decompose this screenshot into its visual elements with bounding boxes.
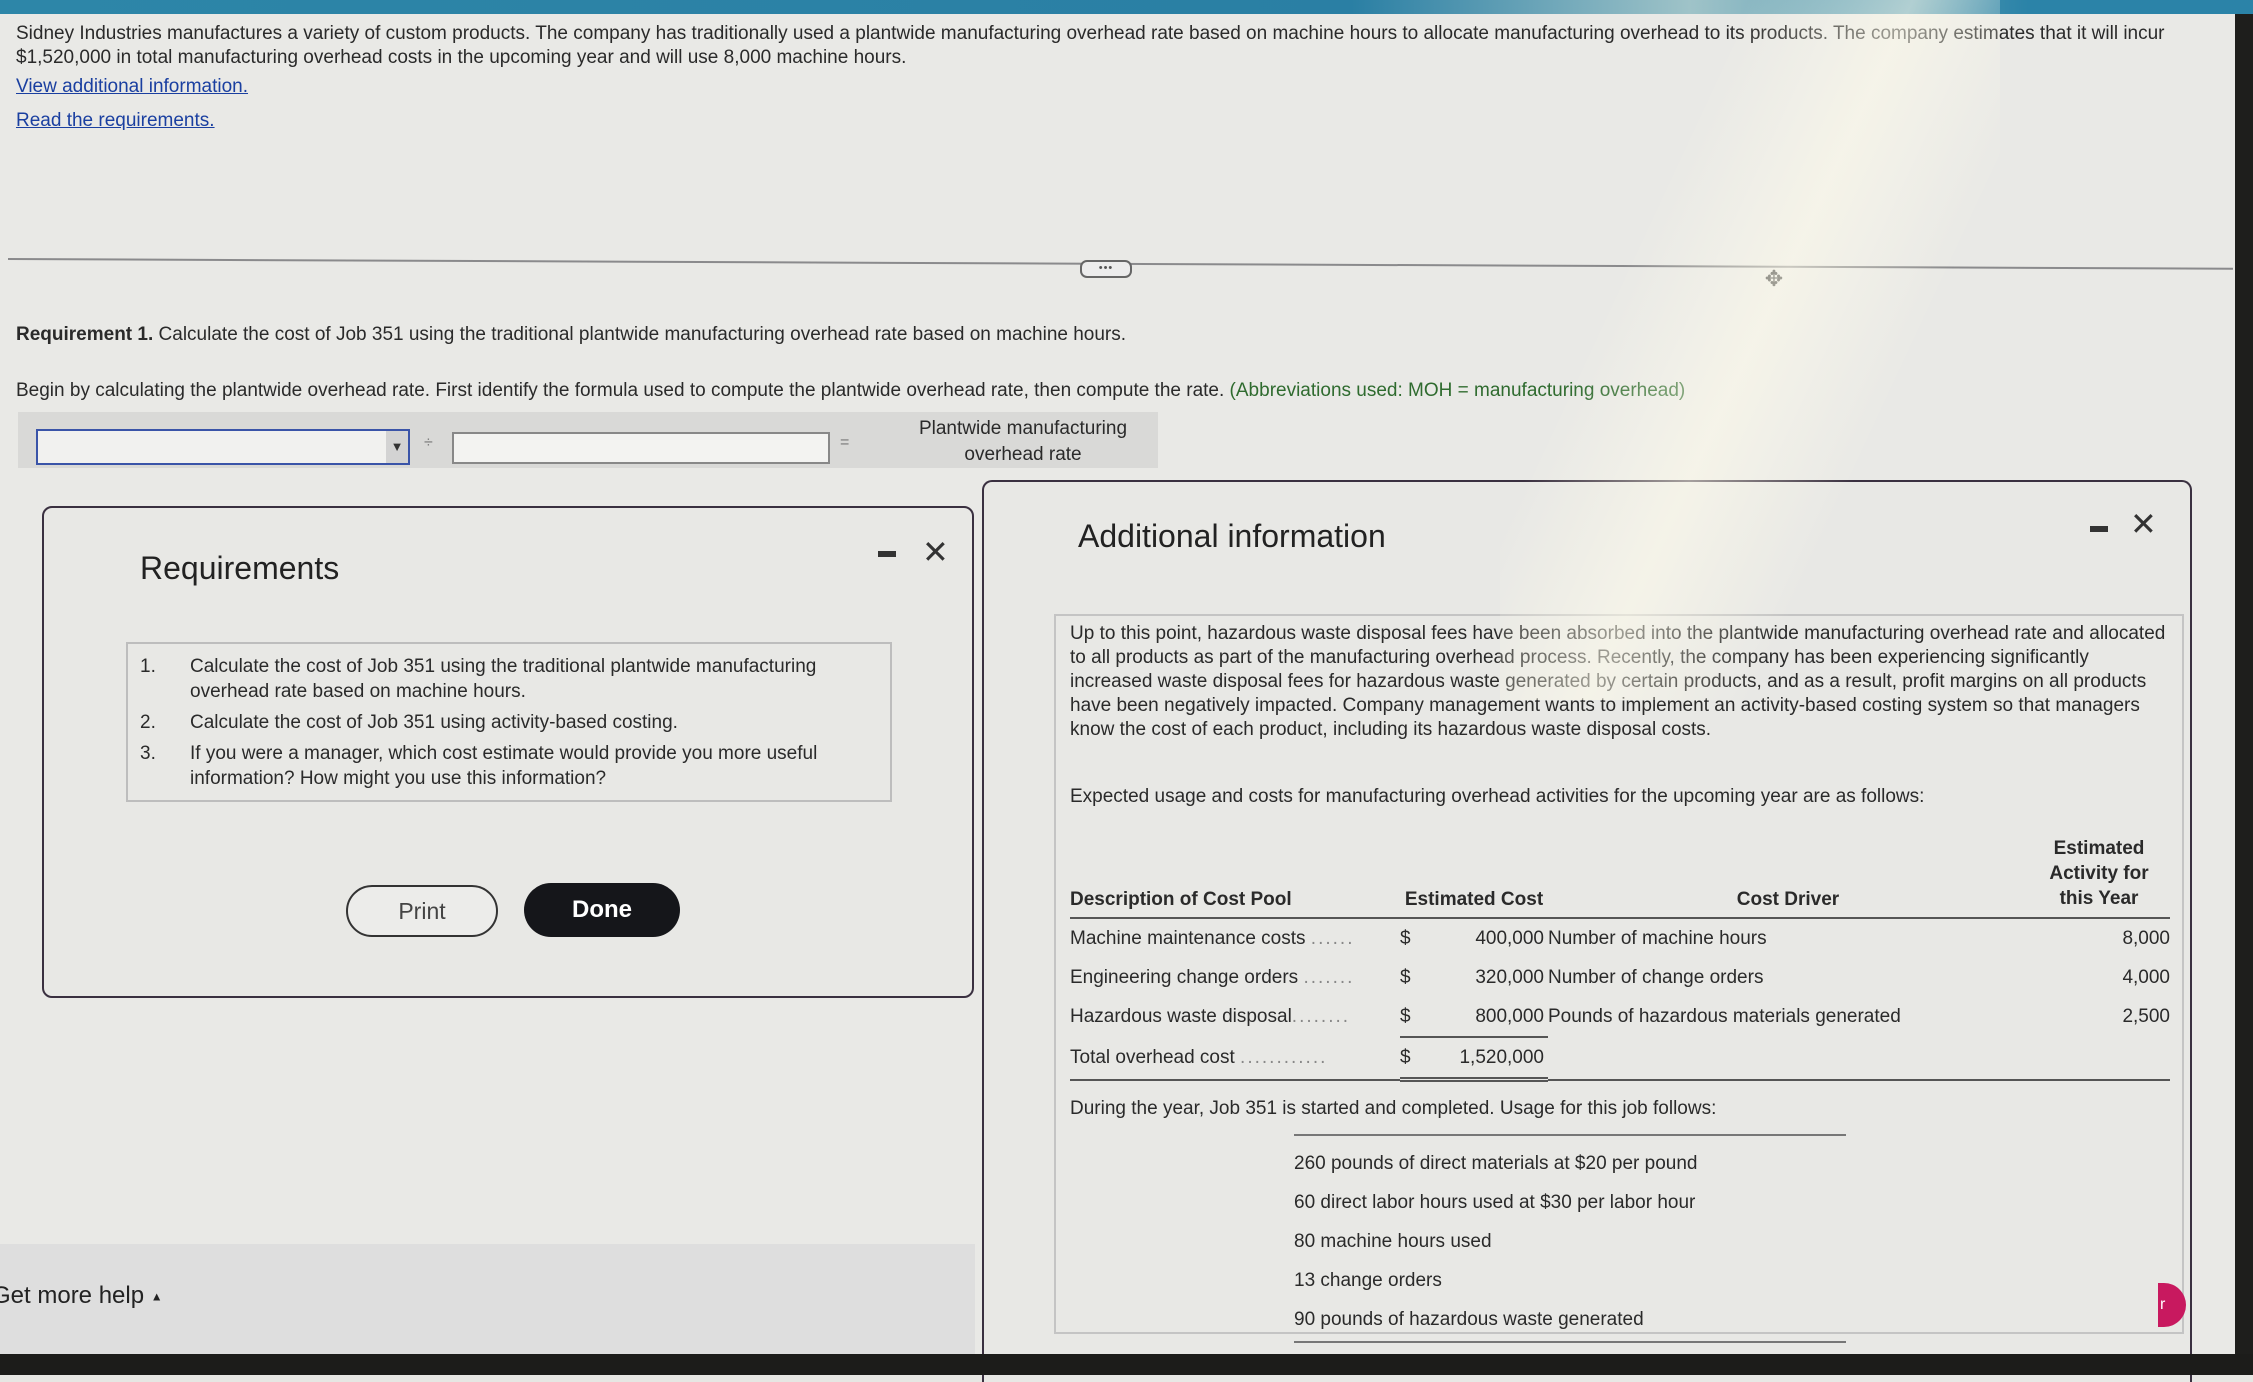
list-item: 2. Calculate the cost of Job 351 using a… (140, 710, 878, 735)
table-total-row: Total overhead cost ............ $ 1,520… (1070, 1037, 2170, 1082)
list-item: 80 machine hours used (1294, 1231, 1492, 1252)
top-bar (0, 0, 2253, 14)
chevron-down-icon[interactable]: ▼ (386, 431, 408, 463)
cell-currency: $ (1400, 1037, 1428, 1082)
item-number: 1. (140, 656, 156, 677)
requirement-1-label: Requirement 1. (16, 324, 154, 345)
pool-name: Total overhead cost (1070, 1046, 1235, 1068)
cell-pool: Hazardous waste disposal........ (1070, 997, 1400, 1037)
list-item: 60 direct labor hours used at $30 per la… (1294, 1192, 1696, 1213)
read-requirements-link[interactable]: Read the requirements. (16, 110, 215, 132)
item-text: If you were a manager, which cost estima… (190, 743, 818, 789)
cell-driver: Number of change orders (1548, 966, 1764, 988)
list-item: 90 pounds of hazardous waste generated (1294, 1309, 1644, 1330)
print-button[interactable]: Print (346, 885, 498, 937)
leader-dots: ........ (1291, 1006, 1351, 1027)
screen-bezel-bottom (0, 1354, 2253, 1375)
formula-denominator-input[interactable] (452, 432, 830, 464)
expected-usage-text: Expected usage and costs for manufacturi… (1070, 786, 1925, 807)
requirements-title: Requirements (140, 550, 340, 586)
cell-currency: $ (1400, 997, 1428, 1038)
close-icon[interactable]: ✕ (2130, 508, 2157, 540)
cell-cost: 800,000 (1428, 997, 1548, 1038)
result-label: Plantwide manufacturing overhead rate (888, 416, 1158, 468)
divide-sign: ÷ (424, 434, 433, 451)
instruction-main: Begin by calculating the plantwide overh… (16, 380, 1225, 401)
cell-driver (1548, 1037, 2028, 1080)
item-text: Calculate the cost of Job 351 using acti… (190, 712, 678, 733)
cell-currency: $ (1400, 966, 1411, 988)
additional-info-title: Additional information (1078, 518, 1386, 554)
close-icon[interactable]: ✕ (922, 536, 949, 568)
cell-activity: 4,000 (2122, 966, 2170, 988)
leader-dots: ....... (1303, 966, 1355, 988)
equals-sign: = (840, 434, 850, 451)
instruction-abbrev: (Abbreviations used: MOH = manufacturing… (1224, 380, 1686, 401)
move-cursor-icon: ✥ (1764, 266, 1784, 291)
cost-pool-table: Description of Cost Pool Estimated Cost … (1070, 836, 2170, 1082)
divider-handle[interactable]: ••• (1080, 260, 1132, 278)
minimize-icon[interactable] (2090, 526, 2108, 532)
result-label-line2: overhead rate (964, 444, 1082, 465)
col-header-pool: Description of Cost Pool (1070, 836, 1400, 919)
problem-intro: Sidney Industries manufactures a variety… (16, 23, 2165, 68)
cell-driver: Number of machine hours (1548, 927, 1767, 949)
requirements-list: 1. Calculate the cost of Job 351 using t… (126, 642, 892, 802)
item-number: 2. (140, 712, 156, 733)
cell-currency: $ (1400, 927, 1411, 949)
cell-driver: Pounds of hazardous materials generated (1548, 1006, 1901, 1027)
screen-bezel-right (2235, 14, 2253, 1375)
result-label-line1: Plantwide manufacturing (918, 418, 1128, 439)
item-number: 3. (140, 743, 156, 764)
list-item: 13 change orders (1294, 1270, 1442, 1291)
col-header-driver: Cost Driver (1548, 836, 2028, 919)
requirement-1-text: Calculate the cost of Job 351 using the … (153, 324, 1127, 345)
col-header-cost: Estimated Cost (1400, 836, 1548, 919)
requirement-1-heading: Requirement 1. Calculate the cost of Job… (16, 324, 1126, 346)
leader-dots: ...... (1310, 927, 1355, 949)
requirements-modal: Requirements ✕ 1. Calculate the cost of … (42, 506, 974, 998)
cell-cost: 1,520,000 (1428, 1037, 1548, 1082)
leader-dots: ............ (1240, 1046, 1328, 1068)
table-row: Hazardous waste disposal........ $ 800,0… (1070, 997, 2170, 1038)
pool-name: Hazardous waste disposal (1070, 1006, 1292, 1027)
cell-pool: Total overhead cost ............ (1070, 1037, 1400, 1080)
done-button[interactable]: Done (524, 883, 680, 937)
item-text: Calculate the cost of Job 351 using the … (190, 656, 817, 702)
cell-pool: Machine maintenance costs ...... (1070, 918, 1400, 958)
job-usage-list: 260 pounds of direct materials at $20 pe… (1294, 1134, 1846, 1343)
table-row: Machine maintenance costs ...... $ 400,0… (1070, 918, 2170, 958)
cell-activity: 2,500 (2122, 1006, 2170, 1027)
caret-up-icon: ▲ (150, 1289, 163, 1304)
formula-numerator-select[interactable]: ▼ (36, 429, 410, 465)
job-usage-intro: During the year, Job 351 is started and … (1070, 1098, 1717, 1119)
cell-cost: 320,000 (1475, 966, 1544, 988)
col-header-activity: Estimated Activity for this Year (2028, 836, 2170, 919)
list-item: 260 pounds of direct materials at $20 pe… (1294, 1153, 1698, 1174)
instruction-text: Begin by calculating the plantwide overh… (16, 380, 1685, 402)
activity-header-line2: Activity for (2049, 863, 2149, 884)
cell-activity: 8,000 (2122, 927, 2170, 949)
list-item: 3. If you were a manager, which cost est… (140, 741, 878, 791)
view-additional-info-link[interactable]: View additional information. (16, 76, 248, 98)
formula-row: ▼ ÷ = Plantwide manufacturing overhead r… (18, 412, 1158, 468)
help-label: Get more help (0, 1282, 145, 1309)
list-item: 1. Calculate the cost of Job 351 using t… (140, 654, 878, 704)
activity-header-line3: this Year (2059, 888, 2139, 909)
cell-pool: Engineering change orders ....... (1070, 958, 1400, 997)
cell-activity (2028, 1037, 2170, 1080)
pool-name: Engineering change orders (1070, 966, 1299, 988)
get-more-help-button[interactable]: Get more help ▲ (0, 1282, 163, 1310)
activity-header-line1: Estimated (2053, 838, 2145, 859)
additional-info-content: Up to this point, hazardous waste dispos… (1054, 614, 2184, 1343)
cell-cost: 400,000 (1475, 927, 1544, 949)
table-header-row: Description of Cost Pool Estimated Cost … (1070, 836, 2170, 919)
minimize-icon[interactable] (878, 551, 896, 557)
info-paragraph: Up to this point, hazardous waste dispos… (1070, 623, 2166, 740)
pool-name: Machine maintenance costs (1070, 927, 1306, 949)
table-row: Engineering change orders ....... $ 320,… (1070, 958, 2170, 997)
